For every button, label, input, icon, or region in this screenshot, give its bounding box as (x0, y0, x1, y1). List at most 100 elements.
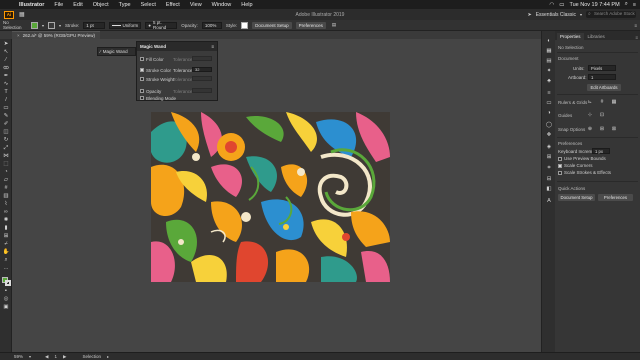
guides-visibility-icon[interactable]: ⊹ (587, 112, 593, 118)
chevron-down-icon[interactable]: ▾ (580, 12, 582, 17)
menu-list-icon[interactable]: ≡ (633, 2, 636, 8)
document-tab[interactable]: × 262.ai* @ 59% (RGB/GPU Preview) (12, 31, 100, 39)
blending-mode-checkbox[interactable] (140, 96, 144, 100)
ruler-icon[interactable]: ⊾ (587, 99, 593, 105)
send-icon[interactable]: ➤ (527, 12, 531, 18)
stroke-weight-checkbox[interactable] (140, 77, 144, 81)
transparency-icon[interactable]: ◑ (545, 109, 553, 116)
chevron-down-icon[interactable]: ▾ (59, 23, 61, 28)
artboard-pattern[interactable] (151, 112, 390, 282)
grid-icon[interactable]: # (599, 99, 605, 105)
menubar-clock[interactable]: Tue Nov 19 7:44 PM (569, 2, 619, 8)
magic-wand-collapsed-tab[interactable]: ⁄ Magic Wand (97, 47, 136, 56)
opacity-label[interactable]: Opacity: (181, 23, 198, 28)
artboard-nav-next-icon[interactable]: ▶ (63, 354, 66, 360)
artboard-tool-icon[interactable]: ⊞ (2, 234, 10, 240)
brush-definition[interactable]: ● 5 pt. Round (145, 20, 178, 30)
tab-properties[interactable]: Properties (557, 33, 584, 40)
units-dropdown[interactable]: Pixels (588, 65, 616, 71)
menu-help[interactable]: Help (236, 2, 257, 8)
drawing-mode-icon[interactable]: ◎ (2, 297, 10, 303)
paintbrush-tool-icon[interactable]: ✎ (2, 114, 10, 120)
curvature-tool-icon[interactable]: ∿ (2, 82, 10, 88)
chevron-right-icon[interactable]: ▸ (107, 354, 109, 359)
snap-to-pixel-icon[interactable]: ⊠ (611, 126, 617, 132)
lasso-tool-icon[interactable]: ꝏ (2, 66, 10, 72)
preferences-button[interactable]: Preferences (598, 194, 633, 201)
stroke-swatch[interactable] (48, 21, 56, 29)
menu-app[interactable]: Illustrator (14, 2, 49, 8)
width-tool-icon[interactable]: ⋈ (2, 154, 10, 160)
slice-tool-icon[interactable]: ⌿ (2, 242, 10, 248)
layers-icon[interactable]: ◈ (545, 143, 553, 150)
menu-select[interactable]: Select (136, 2, 161, 8)
transform-icon[interactable]: ⌗ (545, 165, 553, 172)
menu-edit[interactable]: Edit (68, 2, 87, 8)
artboards-icon[interactable]: ⊞ (545, 153, 553, 160)
chevron-down-icon[interactable]: ▾ (29, 354, 31, 359)
document-setup-button[interactable]: Document Setup (558, 194, 595, 201)
style-label[interactable]: Style: (226, 23, 237, 28)
stroke-label[interactable]: Stroke: (65, 23, 79, 28)
artboard-dropdown[interactable]: 1 (588, 74, 616, 80)
control-menu-icon[interactable]: ≡ (634, 23, 637, 28)
opacity-field[interactable]: 100% (201, 21, 222, 29)
artboard-number[interactable]: 1 (55, 354, 58, 359)
menu-view[interactable]: View (185, 2, 207, 8)
stroke-icon[interactable]: ≡ (545, 89, 553, 96)
menu-object[interactable]: Object (88, 2, 114, 8)
gradient-tool-icon[interactable]: ▥ (2, 194, 10, 200)
edit-artboards-button[interactable]: Edit Artboards (587, 84, 621, 91)
artboard-nav-prev-icon[interactable]: ◀ (45, 354, 48, 360)
arrange-documents-icon[interactable]: ▦ (19, 11, 25, 18)
menu-effect[interactable]: Effect (161, 2, 185, 8)
document-setup-button[interactable]: Document Setup (252, 21, 292, 29)
character-icon[interactable]: A (545, 197, 553, 204)
magic-wand-tool-icon[interactable]: ⁄ (2, 58, 10, 64)
panel-menu-icon[interactable]: ≡ (635, 35, 640, 40)
color-panel-icon[interactable]: ◐ (545, 37, 553, 44)
arrange-icon[interactable]: ▤ (332, 22, 336, 28)
color-guide-icon[interactable]: ▦ (545, 47, 553, 54)
screen-mode-icon[interactable]: ▣ (2, 305, 10, 311)
spotlight-icon[interactable]: ⌕ (625, 1, 628, 8)
appearance-icon[interactable]: ◯ (545, 121, 553, 128)
type-tool-icon[interactable]: T (2, 90, 10, 96)
shape-builder-tool-icon[interactable]: ◔ (2, 170, 10, 176)
stroke-tolerance-field[interactable]: 32 (192, 67, 212, 72)
color-mode-icon[interactable]: ▪ (2, 289, 10, 295)
more-tools-icon[interactable]: … (2, 266, 10, 272)
pathfinder-icon[interactable]: ◧ (545, 185, 553, 192)
scale-strokes-checkbox[interactable] (558, 171, 562, 175)
menu-type[interactable]: Type (114, 2, 136, 8)
preferences-button[interactable]: Preferences (295, 21, 326, 29)
perspective-grid-tool-icon[interactable]: ▱ (2, 178, 10, 184)
workspace-switcher[interactable]: Essentials Classic (536, 12, 576, 18)
stroke-weight-field[interactable]: 1 pt (83, 21, 106, 29)
pen-tool-icon[interactable]: ✒ (2, 74, 10, 80)
scale-corners-checkbox[interactable] (558, 164, 562, 168)
fill-color-checkbox[interactable] (140, 57, 144, 61)
graphic-styles-icon[interactable]: ❖ (545, 131, 553, 138)
zoom-tool-icon[interactable]: ⌕ (2, 258, 10, 264)
battery-icon[interactable]: ▭ (559, 2, 564, 8)
gradient-icon[interactable]: ▭ (545, 99, 553, 106)
tab-libraries[interactable]: Libraries (585, 33, 608, 40)
magic-wand-panel-header[interactable]: Magic Wand ≡ (137, 42, 217, 51)
stroke-color-icon[interactable] (5, 280, 11, 286)
wifi-icon[interactable]: ◠ (549, 2, 554, 8)
rotate-tool-icon[interactable]: ↻ (2, 138, 10, 144)
pixel-grid-icon[interactable]: ▦ (611, 99, 617, 105)
close-icon[interactable]: × (17, 33, 20, 38)
variable-width-profile[interactable]: Uniform (109, 21, 142, 29)
stroke-color-checkbox[interactable] (140, 68, 144, 72)
fill-swatch[interactable] (31, 21, 38, 29)
graphic-style-swatch[interactable] (241, 21, 249, 29)
panel-menu-icon[interactable]: ≡ (211, 44, 214, 49)
menu-window[interactable]: Window (207, 2, 237, 8)
line-tool-icon[interactable]: / (2, 98, 10, 104)
symbols-icon[interactable]: ♣ (545, 77, 553, 84)
chevron-down-icon[interactable]: ▾ (42, 23, 44, 28)
selection-tool-icon[interactable]: ➤ (2, 42, 10, 48)
keyboard-increment-field[interactable]: 1 px (592, 148, 610, 154)
